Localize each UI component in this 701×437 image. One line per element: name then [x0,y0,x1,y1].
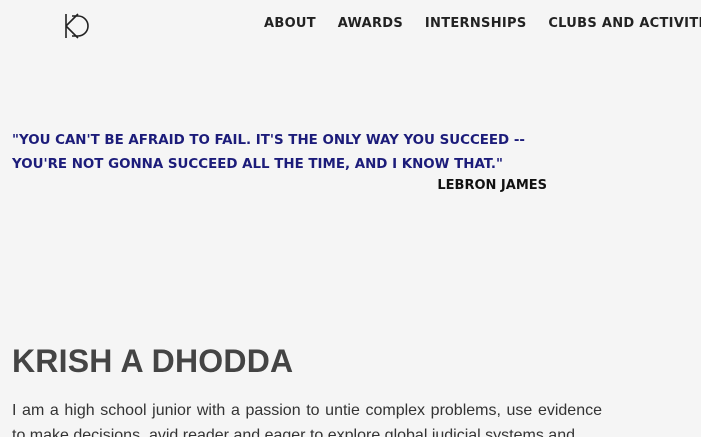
profile-name: KRISH A DHODDA [12,343,294,379]
profile-bio: I am a high school junior with a passion… [12,402,602,437]
page: ABOUT AWARDS INTERNSHIPS CLUBS AND ACTIV… [0,0,701,437]
logo-icon[interactable] [62,12,90,40]
nav-item-clubs-and-activities[interactable]: CLUBS AND ACTIVITIES [548,16,701,31]
quote-text: "YOU CAN'T BE AFRAID TO FAIL. IT'S THE O… [12,133,525,172]
main-nav: ABOUT AWARDS INTERNSHIPS CLUBS AND ACTIV… [264,16,701,31]
nav-item-awards[interactable]: AWARDS [338,16,403,31]
kd-monogram-logo-icon [65,13,89,39]
nav-item-internships[interactable]: INTERNSHIPS [425,16,527,31]
quote-author: LEBRON JAMES [437,178,547,193]
nav-item-about[interactable]: ABOUT [264,16,316,31]
